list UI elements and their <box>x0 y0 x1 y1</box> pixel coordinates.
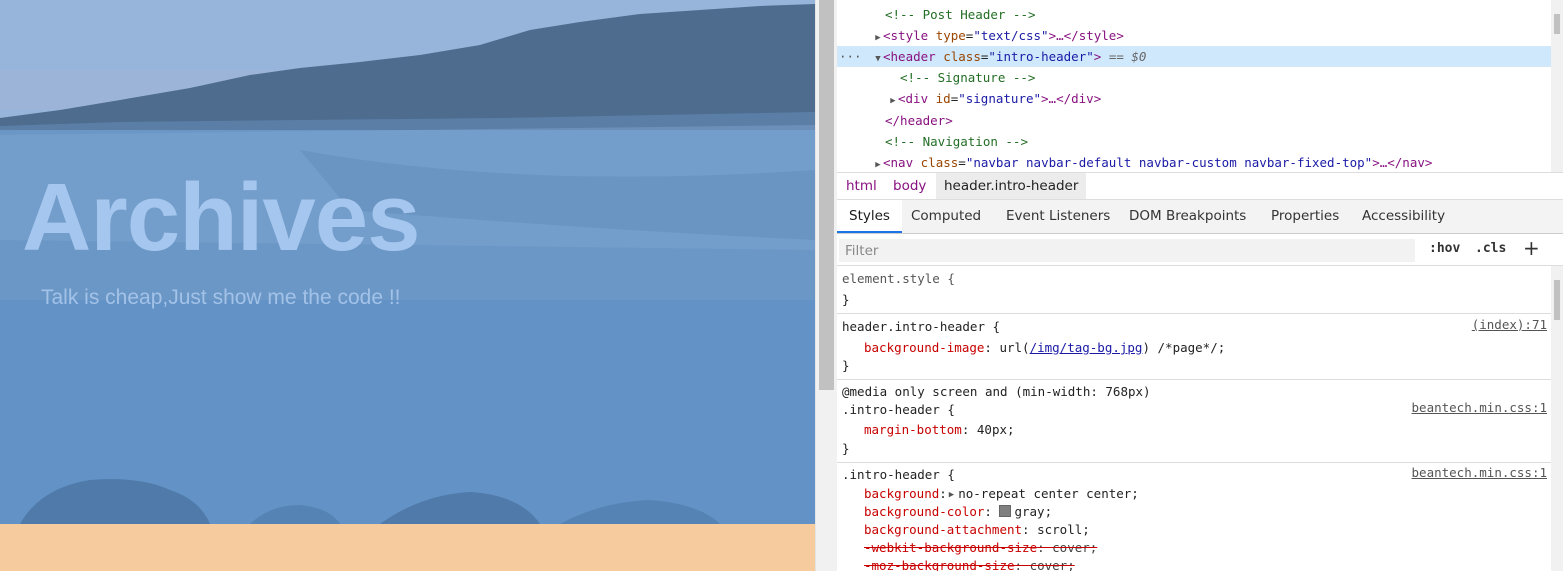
tag-open: <nav <box>883 155 914 170</box>
tab-event-listeners[interactable]: Event Listeners <box>994 200 1122 233</box>
attr-name: id <box>935 91 951 106</box>
devtools-panel: <!-- Post Header --> ▶ <style type="text/… <box>837 0 1563 571</box>
dom-node-comment[interactable]: <!-- Navigation --> <box>837 131 1551 152</box>
selected-node-marker: == $0 <box>1108 49 1147 64</box>
styles-filter-input[interactable] <box>839 239 1415 262</box>
dom-node-nav[interactable]: ▶ <nav class="navbar navbar-default navba… <box>837 152 1551 172</box>
breadcrumb: html body header.intro-header <box>837 172 1563 200</box>
page-title: Archives <box>22 164 421 271</box>
page-scrollbar[interactable] <box>815 0 837 571</box>
expand-triangle-icon[interactable]: ▶ <box>888 91 898 112</box>
tab-computed[interactable]: Computed <box>899 200 993 233</box>
declaration-margin-bottom[interactable]: margin-bottom: 40px; <box>864 420 1015 439</box>
intro-header: Archives Talk is cheap,Just show me the … <box>0 0 815 524</box>
attr-name: class <box>920 155 959 170</box>
rule-source-link[interactable]: beantech.min.css:1 <box>1412 400 1547 415</box>
attr-value: "text/css" <box>973 28 1049 43</box>
tag-close: </header> <box>885 113 953 128</box>
rule-selector: element.style { <box>842 271 955 286</box>
color-swatch-icon[interactable] <box>999 505 1012 517</box>
elements-dom-tree[interactable]: <!-- Post Header --> ▶ <style type="text/… <box>837 0 1551 172</box>
rule-selector: .intro-header { <box>842 467 955 482</box>
dom-tree-scrollbar-thumb[interactable] <box>1554 14 1560 34</box>
page-subtitle: Talk is cheap,Just show me the code !! <box>41 286 401 309</box>
comment-text: <!-- Post Header --> <box>885 7 1036 22</box>
rule-selector: .intro-header { <box>842 402 955 417</box>
style-rule-element[interactable]: element.style { } <box>837 266 1551 314</box>
style-rule-media-intro[interactable]: @media only screen and (min-width: 768px… <box>837 380 1551 463</box>
dom-node-style[interactable]: ▶ <style type="text/css">…</style> <box>837 25 1551 46</box>
attr-name: class <box>943 49 981 64</box>
attr-value: "intro-header" <box>988 49 1094 64</box>
class-toggle[interactable]: .cls <box>1475 241 1506 256</box>
tag-open: <style <box>883 28 929 43</box>
declaration-background-color[interactable]: background-color: gray; <box>864 502 1052 521</box>
declaration-background-attachment[interactable]: background-attachment: scroll; <box>864 520 1090 539</box>
page-scrollbar-thumb[interactable] <box>819 0 834 390</box>
tab-properties[interactable]: Properties <box>1259 200 1351 233</box>
more-options-icon[interactable]: ··· <box>839 46 862 67</box>
attr-value: "navbar navbar-default navbar-custom nav… <box>965 155 1373 170</box>
media-query: @media only screen and (min-width: 768px… <box>842 384 1151 399</box>
content-area-strip <box>0 524 815 571</box>
style-rule-header-intro[interactable]: header.intro-header { (index):71 backgro… <box>837 314 1551 380</box>
styles-filter-bar: :hov .cls + <box>837 234 1563 266</box>
rule-close: } <box>842 292 850 307</box>
comment-text: <!-- Signature --> <box>900 70 1036 85</box>
page-viewport: Archives Talk is cheap,Just show me the … <box>0 0 815 571</box>
tag-open: <header <box>883 49 936 64</box>
declaration-background[interactable]: background: ▶ no-repeat center center; <box>864 484 1139 503</box>
breadcrumb-item-header[interactable]: header.intro-header <box>936 173 1087 199</box>
rule-source-link[interactable]: (index):71 <box>1472 317 1547 332</box>
comment-text: <!-- Navigation --> <box>885 134 1028 149</box>
background-image-url-link[interactable]: /img/tag-bg.jpg <box>1030 340 1143 355</box>
rule-close: } <box>842 441 850 456</box>
declaration-webkit-background-size-overridden[interactable]: -webkit-background-size: cover; <box>864 538 1097 557</box>
breadcrumb-item-body[interactable]: body <box>885 173 934 199</box>
breadcrumb-item-html[interactable]: html <box>838 173 885 199</box>
declaration-moz-background-size-overridden[interactable]: -moz-background-size: cover; <box>864 556 1075 571</box>
attr-value: "signature" <box>958 91 1042 106</box>
expand-triangle-icon[interactable]: ▶ <box>873 155 883 172</box>
style-rule-intro[interactable]: .intro-header { beantech.min.css:1 backg… <box>837 463 1551 571</box>
dom-node-div-signature[interactable]: ▶ <div id="signature">…</div> <box>837 88 1551 109</box>
tag-open: <div <box>898 91 929 106</box>
tag-rest: > <box>1093 49 1102 64</box>
dom-node-comment[interactable]: <!-- Post Header --> <box>837 4 1551 25</box>
styles-scrollbar-thumb[interactable] <box>1554 280 1560 320</box>
rule-close: } <box>842 358 850 373</box>
new-style-rule-button[interactable]: + <box>1523 236 1540 260</box>
sidebar-tabs: Styles Computed Event Listeners DOM Brea… <box>837 200 1563 234</box>
dom-node-header-selected[interactable]: ··· ▼ <header class="intro-header"> == $0 <box>837 46 1551 67</box>
tab-styles[interactable]: Styles <box>837 200 902 233</box>
styles-pane: element.style { } header.intro-header { … <box>837 266 1551 571</box>
tag-rest: >…</style> <box>1048 28 1124 43</box>
attr-name: type <box>935 28 966 43</box>
dom-tree-scrollbar[interactable] <box>1551 0 1563 172</box>
declaration-background-image[interactable]: background-image: url(/img/tag-bg.jpg) /… <box>864 338 1225 357</box>
tab-dom-breakpoints[interactable]: DOM Breakpoints <box>1117 200 1258 233</box>
tab-accessibility[interactable]: Accessibility <box>1350 200 1457 233</box>
dom-node-header-close[interactable]: </header> <box>837 110 1551 131</box>
styles-scrollbar[interactable] <box>1551 266 1563 571</box>
dom-node-comment[interactable]: <!-- Signature --> <box>837 67 1551 88</box>
tag-rest: >…</div> <box>1041 91 1102 106</box>
hover-state-toggle[interactable]: :hov <box>1429 241 1460 256</box>
rule-source-link[interactable]: beantech.min.css:1 <box>1412 465 1547 480</box>
rule-selector: header.intro-header { <box>842 319 1001 334</box>
tag-rest: >…</nav> <box>1372 155 1433 170</box>
